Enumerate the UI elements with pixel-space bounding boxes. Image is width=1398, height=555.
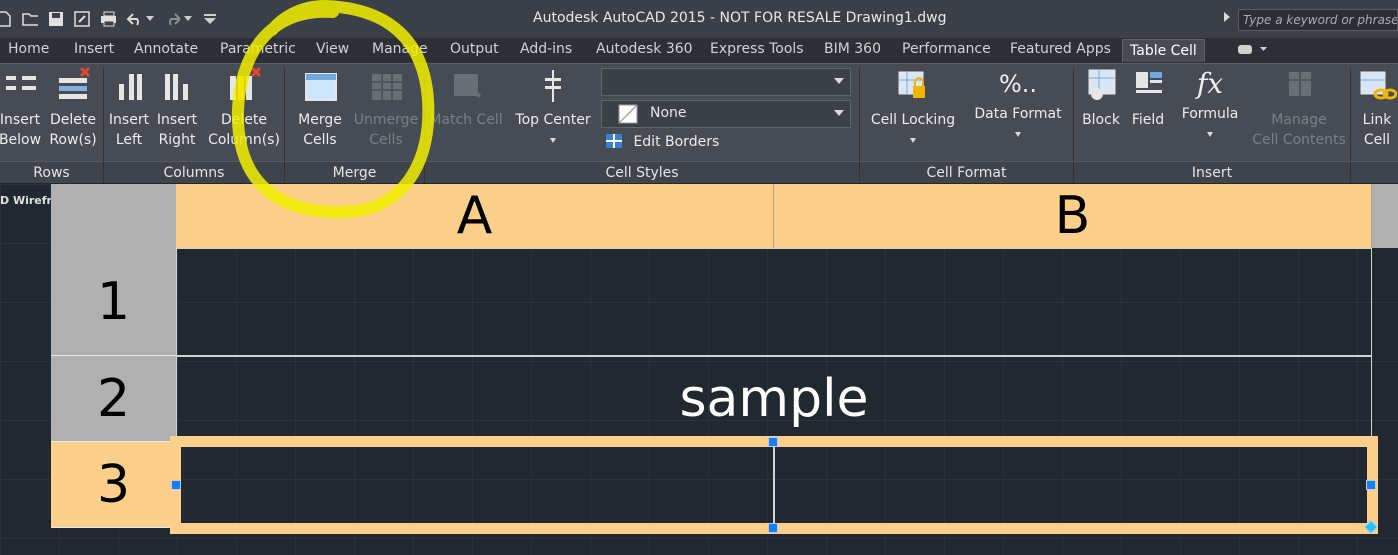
annotation-circle — [231, 0, 435, 219]
